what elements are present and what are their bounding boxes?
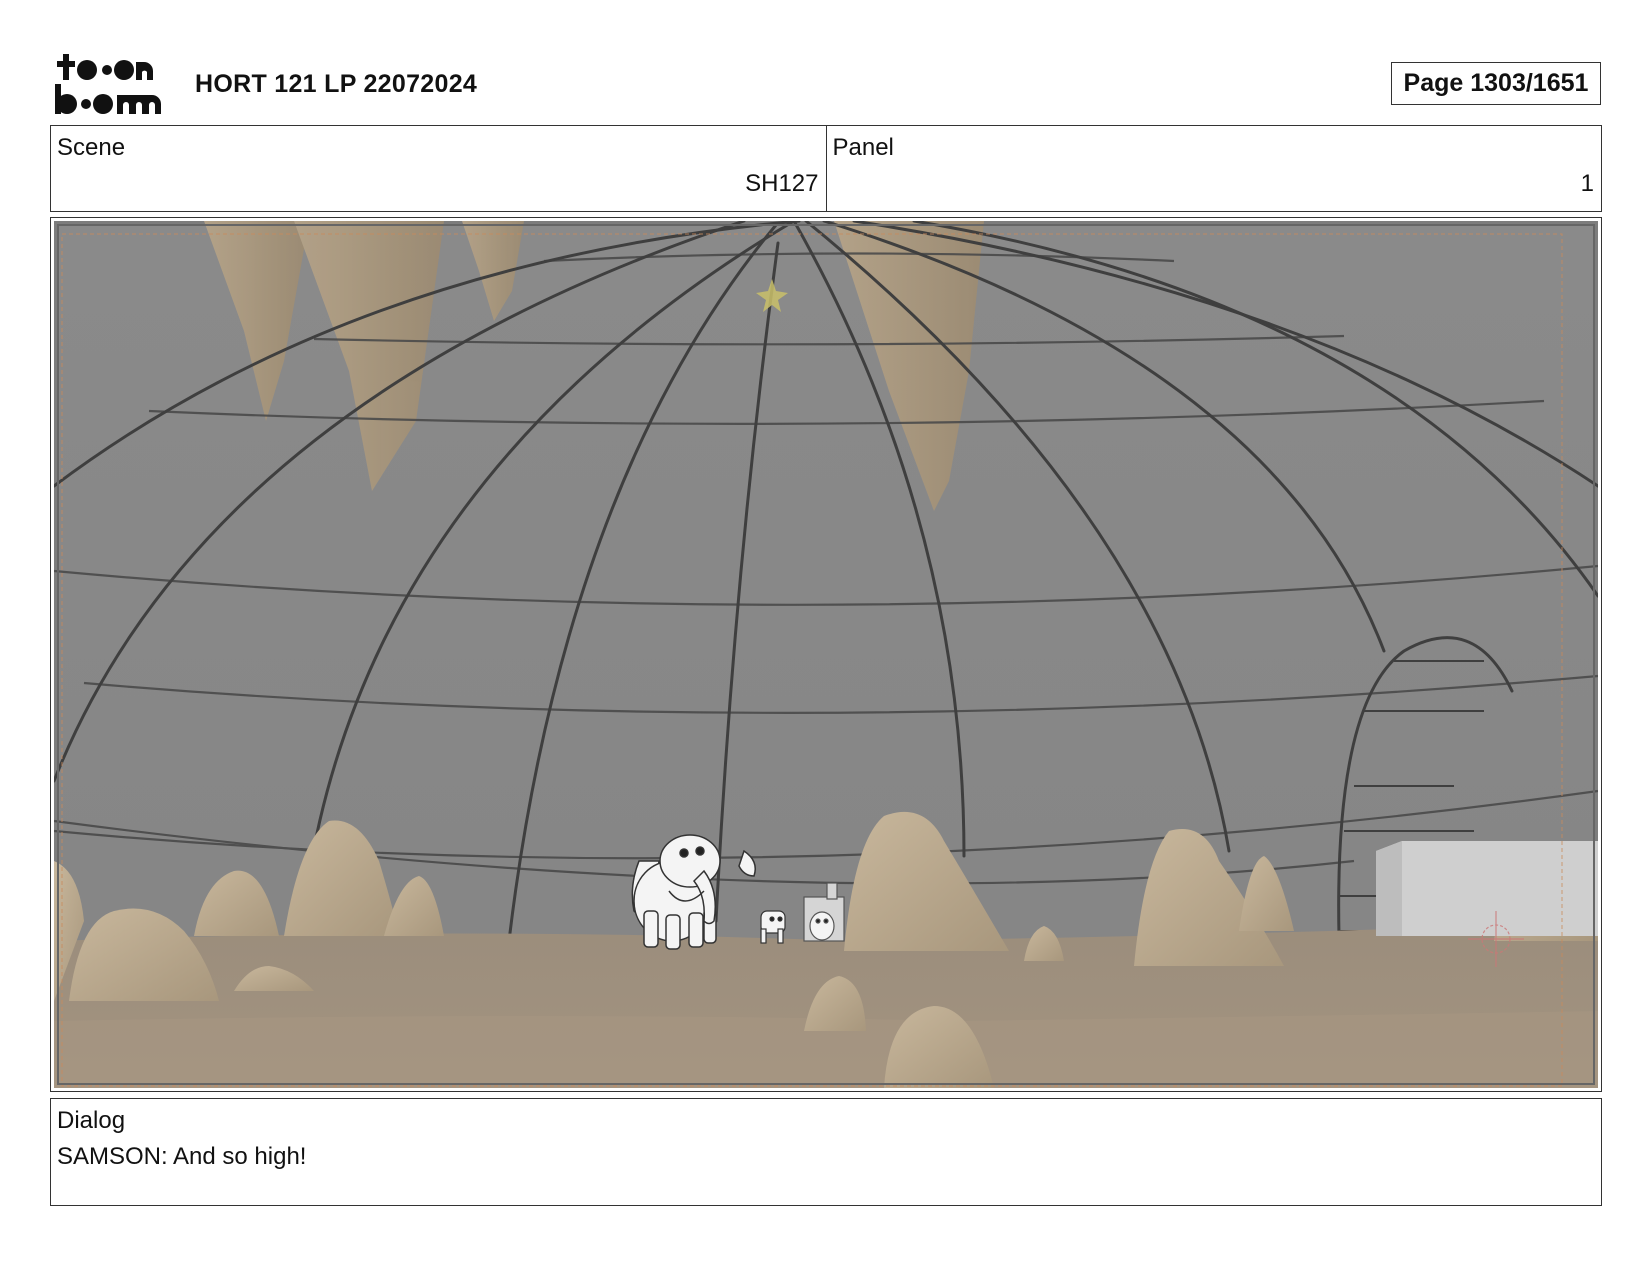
document-title: HORT 121 LP 22072024 bbox=[195, 70, 478, 98]
panel-value: 1 bbox=[1580, 170, 1594, 197]
dialog-text: SAMSON: And so high! bbox=[57, 1143, 307, 1170]
storyboard-panel bbox=[50, 217, 1602, 1092]
scene-label: Scene bbox=[57, 134, 126, 161]
toon-boom-logo bbox=[55, 54, 161, 114]
page-indicator: Page 1303/1651 bbox=[1391, 62, 1601, 105]
scene-cell: Scene SH127 bbox=[51, 126, 826, 211]
scene-panel-row: Scene SH127 Panel 1 bbox=[50, 125, 1602, 212]
panel-artwork bbox=[54, 221, 1598, 1088]
dialog-box: Dialog SAMSON: And so high! bbox=[50, 1098, 1602, 1206]
scene-value: SH127 bbox=[745, 170, 819, 197]
panel-cell: Panel 1 bbox=[825, 126, 1602, 211]
panel-label: Panel bbox=[832, 134, 894, 161]
dialog-label: Dialog bbox=[57, 1107, 126, 1134]
